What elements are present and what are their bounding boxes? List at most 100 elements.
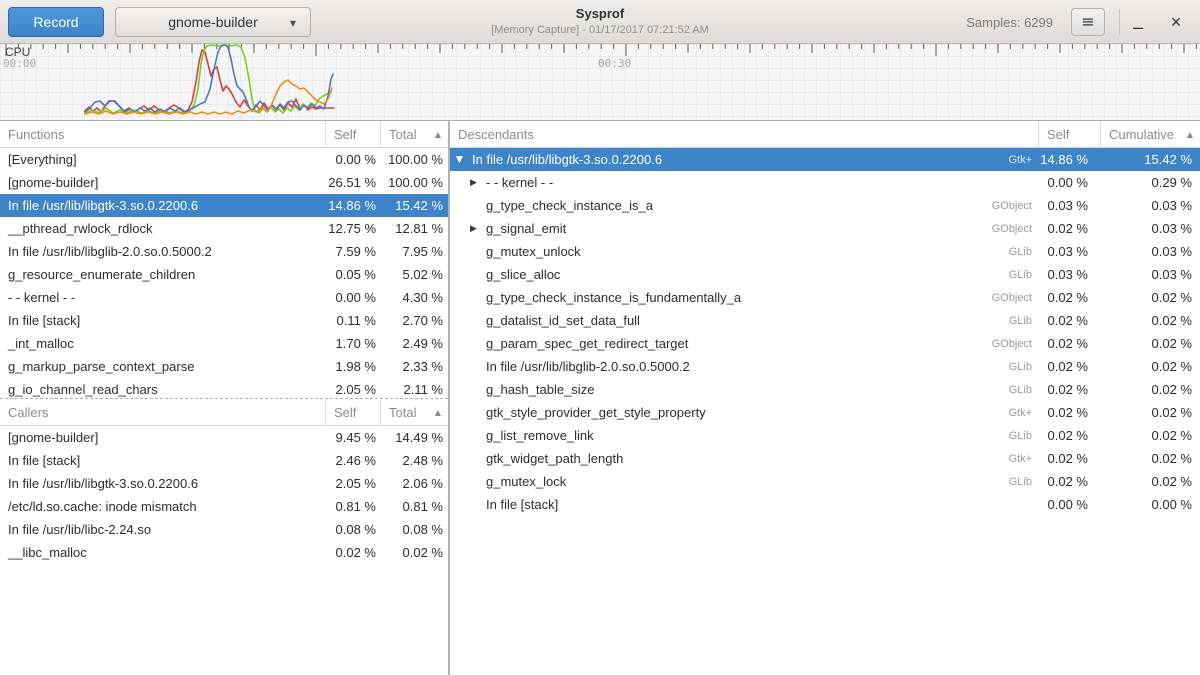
library-category-label: Gtk+ <box>967 154 1038 166</box>
library-category-label: GLib <box>967 269 1038 281</box>
descendants-column-header[interactable]: Descendants <box>450 121 1038 148</box>
functions-table-body: [Everything] 0.00 % 100.00 % [gnome-buil… <box>0 148 448 401</box>
total-column-label: Total <box>389 127 416 142</box>
table-row[interactable]: __libc_malloc 0.02 % 0.02 % <box>0 541 448 564</box>
table-row[interactable]: In file /usr/lib/libgtk-3.so.0.2200.6 14… <box>0 194 448 217</box>
minimize-button[interactable]: – <box>1120 0 1156 44</box>
descendant-name: g_slice_alloc <box>486 267 560 282</box>
self-column-header[interactable]: Self <box>325 121 380 148</box>
self-percent: 0.02 % <box>1038 405 1100 420</box>
descendant-name: g_datalist_id_set_data_full <box>486 313 640 328</box>
sysprof-window: Record gnome-builder ▼ Sysprof [Memory C… <box>0 0 1200 675</box>
table-row[interactable]: g_param_spec_get_redirect_target GObject… <box>450 332 1200 355</box>
table-row[interactable]: ▶- - kernel - - 0.00 % 0.29 % <box>450 171 1200 194</box>
self-percent: 1.70 % <box>325 336 380 351</box>
table-row[interactable]: [Everything] 0.00 % 100.00 % <box>0 148 448 171</box>
descendants-pane: Descendants Self Cumulative ▲ ▼In file /… <box>450 121 1200 675</box>
self-column-header[interactable]: Self <box>1038 121 1100 148</box>
self-percent: 1.98 % <box>325 359 380 374</box>
descendants-table-header: Descendants Self Cumulative ▲ <box>450 121 1200 148</box>
table-row[interactable]: - - kernel - - 0.00 % 4.30 % <box>0 286 448 309</box>
self-percent: 0.81 % <box>325 499 380 514</box>
library-category-label: GObject <box>967 200 1038 212</box>
cumulative-percent: 0.02 % <box>1100 336 1200 351</box>
cumulative-column-header[interactable]: Cumulative ▲ <box>1100 121 1200 148</box>
table-row[interactable]: In file /usr/lib/libglib-2.0.so.0.5000.2… <box>0 240 448 263</box>
descendant-name: gtk_style_provider_get_style_property <box>486 405 706 420</box>
table-row[interactable]: gtk_widget_path_length Gtk+ 0.02 % 0.02 … <box>450 447 1200 470</box>
caller-name: [gnome-builder] <box>8 430 98 445</box>
total-percent: 12.81 % <box>380 221 448 236</box>
table-row[interactable]: gtk_style_provider_get_style_property Gt… <box>450 401 1200 424</box>
chevron-down-icon: ▼ <box>290 19 296 28</box>
total-column-header[interactable]: Total ▲ <box>380 399 448 426</box>
functions-column-header[interactable]: Functions <box>0 121 325 148</box>
expander-icon[interactable]: ▼ <box>456 155 472 165</box>
table-row[interactable]: g_resource_enumerate_children 0.05 % 5.0… <box>0 263 448 286</box>
table-row[interactable]: g_hash_table_size GLib 0.02 % 0.02 % <box>450 378 1200 401</box>
table-row[interactable]: In file [stack] 2.46 % 2.48 % <box>0 449 448 472</box>
expander-icon[interactable]: ▶ <box>470 224 486 234</box>
self-percent: 0.02 % <box>1038 428 1100 443</box>
self-percent: 0.08 % <box>325 522 380 537</box>
cumulative-percent: 0.02 % <box>1100 313 1200 328</box>
table-row[interactable]: ▶g_signal_emit GObject 0.02 % 0.03 % <box>450 217 1200 240</box>
menu-button[interactable]: ≡ <box>1071 8 1105 36</box>
total-percent: 15.42 % <box>380 198 448 213</box>
table-row[interactable]: g_list_remove_link GLib 0.02 % 0.02 % <box>450 424 1200 447</box>
cpu-graph-svg <box>0 44 1200 121</box>
table-row[interactable]: In file /usr/lib/libc-2.24.so 0.08 % 0.0… <box>0 518 448 541</box>
main-area: Functions Self Total ▲ [Everything] 0.00… <box>0 121 1200 675</box>
callers-column-header[interactable]: Callers <box>0 399 325 426</box>
table-row[interactable]: __pthread_rwlock_rdlock 12.75 % 12.81 % <box>0 217 448 240</box>
total-column-label: Total <box>389 405 416 420</box>
table-row[interactable]: g_type_check_instance_is_fundamentally_a… <box>450 286 1200 309</box>
library-category-label: GLib <box>967 361 1038 373</box>
self-percent: 0.02 % <box>1038 221 1100 236</box>
table-row[interactable]: _int_malloc 1.70 % 2.49 % <box>0 332 448 355</box>
header-bar: Record gnome-builder ▼ Sysprof [Memory C… <box>0 0 1200 44</box>
table-row[interactable]: In file [stack] 0.11 % 2.70 % <box>0 309 448 332</box>
self-percent: 0.00 % <box>325 152 380 167</box>
caller-name: In file /usr/lib/libc-2.24.so <box>8 522 151 537</box>
process-selector-dropdown[interactable]: gnome-builder ▼ <box>115 7 311 37</box>
callers-table: Callers Self Total ▲ [gnome-builder] 9.4… <box>0 399 448 564</box>
record-button[interactable]: Record <box>8 7 104 37</box>
table-row[interactable]: g_slice_alloc GLib 0.03 % 0.03 % <box>450 263 1200 286</box>
table-row[interactable]: g_mutex_unlock GLib 0.03 % 0.03 % <box>450 240 1200 263</box>
table-row[interactable]: [gnome-builder] 26.51 % 100.00 % <box>0 171 448 194</box>
table-row[interactable]: ▼In file /usr/lib/libgtk-3.so.0.2200.6 G… <box>450 148 1200 171</box>
function-name: [gnome-builder] <box>8 175 98 190</box>
table-row[interactable]: g_markup_parse_context_parse 1.98 % 2.33… <box>0 355 448 378</box>
process-selector-label: gnome-builder <box>168 14 258 30</box>
total-percent: 100.00 % <box>380 152 448 167</box>
function-name: _int_malloc <box>8 336 74 351</box>
self-column-header[interactable]: Self <box>325 399 380 426</box>
self-percent: 0.00 % <box>1038 175 1100 190</box>
cumulative-percent: 0.02 % <box>1100 382 1200 397</box>
self-percent: 2.05 % <box>325 382 380 397</box>
descendants-table: Descendants Self Cumulative ▲ ▼In file /… <box>450 121 1200 516</box>
table-row[interactable]: In file [stack] 0.00 % 0.00 % <box>450 493 1200 516</box>
total-column-header[interactable]: Total ▲ <box>380 121 448 148</box>
cpu-timeline[interactable]: CPU 00:00 00:30 <box>0 44 1200 121</box>
expander-icon[interactable]: ▶ <box>470 178 486 188</box>
table-row[interactable]: g_datalist_id_set_data_full GLib 0.02 % … <box>450 309 1200 332</box>
function-name: g_io_channel_read_chars <box>8 382 158 397</box>
total-percent: 2.33 % <box>380 359 448 374</box>
table-row[interactable]: g_type_check_instance_is_a GObject 0.03 … <box>450 194 1200 217</box>
table-row[interactable]: In file /usr/lib/libgtk-3.so.0.2200.6 2.… <box>0 472 448 495</box>
descendant-name: In file /usr/lib/libglib-2.0.so.0.5000.2 <box>486 359 690 374</box>
total-percent: 2.06 % <box>380 476 448 491</box>
function-name: - - kernel - - <box>8 290 75 305</box>
table-row[interactable]: /etc/ld.so.cache: inode mismatch 0.81 % … <box>0 495 448 518</box>
table-row[interactable]: [gnome-builder] 9.45 % 14.49 % <box>0 426 448 449</box>
function-name: g_markup_parse_context_parse <box>8 359 194 374</box>
close-button[interactable]: × <box>1158 0 1194 44</box>
descendant-name: g_signal_emit <box>486 221 566 236</box>
library-category-label: GObject <box>967 338 1038 350</box>
table-row[interactable]: g_mutex_lock GLib 0.02 % 0.02 % <box>450 470 1200 493</box>
caller-name: /etc/ld.so.cache: inode mismatch <box>8 499 197 514</box>
table-row[interactable]: In file /usr/lib/libglib-2.0.so.0.5000.2… <box>450 355 1200 378</box>
total-percent: 0.08 % <box>380 522 448 537</box>
